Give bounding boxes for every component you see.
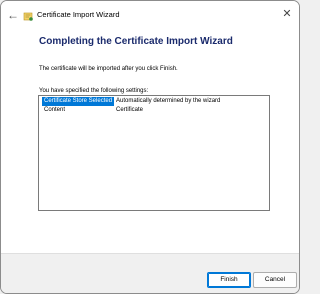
settings-label: You have specified the following setting… bbox=[39, 88, 149, 94]
settings-list[interactable]: Certificate Store Selected Automatically… bbox=[38, 95, 270, 211]
page-title: Completing the Certificate Import Wizard bbox=[39, 36, 233, 47]
wizard-window: ← Certificate Import Wizard ✕ Completing… bbox=[0, 0, 300, 294]
setting-key: Certificate Store Selected bbox=[42, 97, 115, 106]
list-item[interactable]: Certificate Store Selected Automatically… bbox=[40, 97, 268, 106]
intro-text: The certificate will be imported after y… bbox=[39, 66, 178, 72]
list-item[interactable]: Content Certificate bbox=[40, 106, 268, 115]
setting-key: Content bbox=[44, 107, 66, 113]
setting-value: Automatically determined by the wizard bbox=[116, 98, 221, 104]
window-title: Certificate Import Wizard bbox=[37, 10, 120, 19]
certificate-icon bbox=[23, 9, 34, 21]
finish-button[interactable]: Finish bbox=[207, 272, 251, 288]
button-bar: Finish Cancel bbox=[1, 253, 299, 293]
setting-value: Certificate bbox=[116, 107, 144, 113]
close-icon[interactable]: ✕ bbox=[281, 8, 293, 20]
cancel-button[interactable]: Cancel bbox=[253, 272, 297, 288]
back-arrow-icon[interactable]: ← bbox=[7, 9, 19, 21]
title-bar: ← Certificate Import Wizard ✕ bbox=[1, 1, 299, 29]
